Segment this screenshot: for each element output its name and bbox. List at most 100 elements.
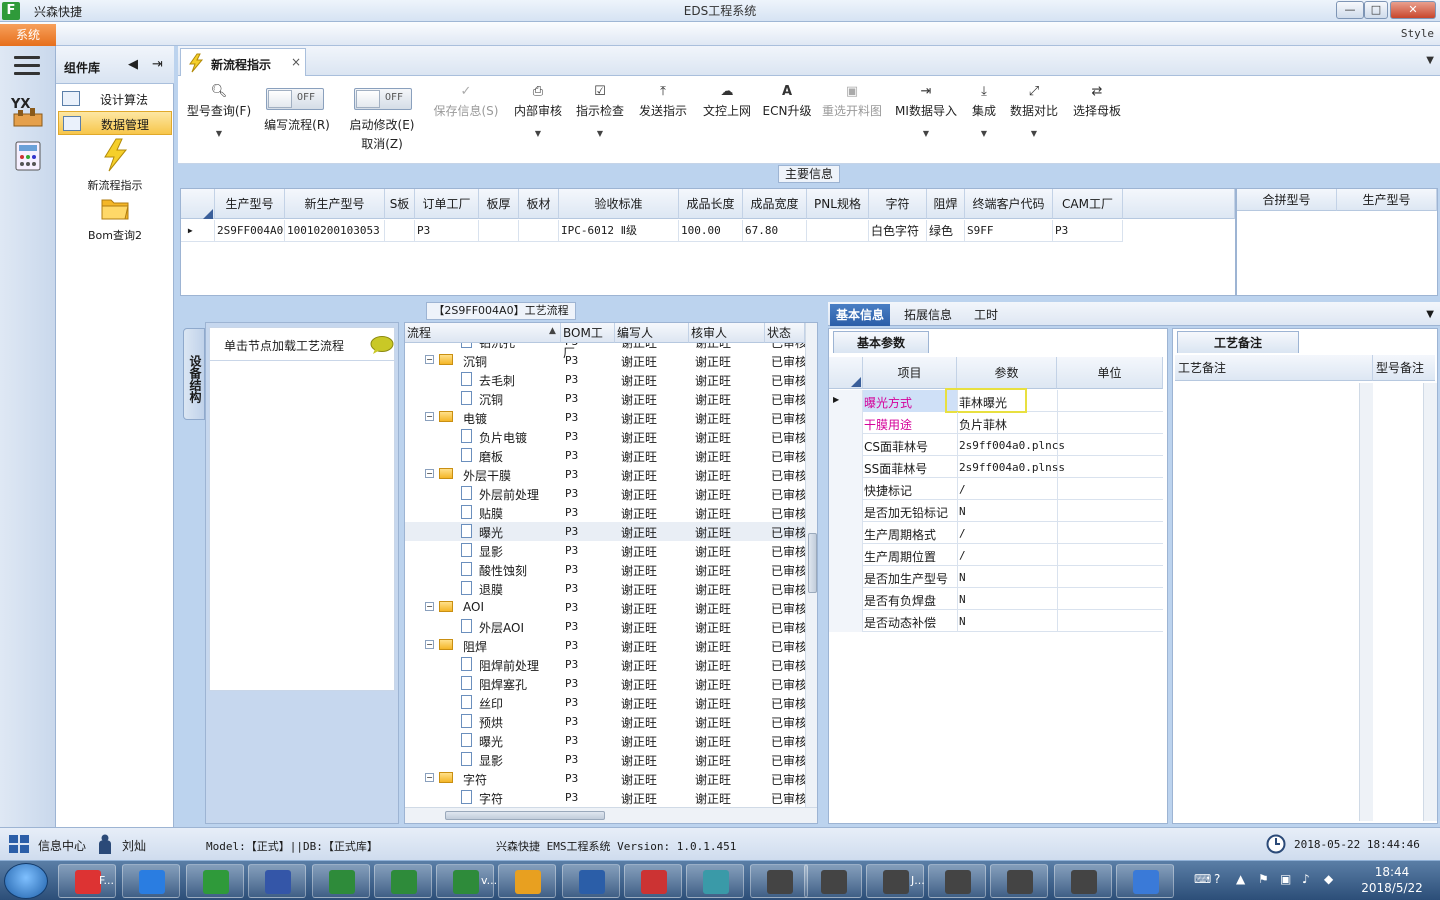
model-notes-scrollbar[interactable] [1423, 383, 1437, 821]
table-row[interactable]: 贴膜 P3 谢正旺 谢正旺 已审核 [405, 503, 805, 522]
cell[interactable]: IPC-6012 Ⅱ级 [559, 220, 679, 242]
param-value[interactable]: 2s9ff004a0.plncs [959, 439, 1065, 452]
table-row[interactable]: − 电镀 P3 谢正旺 谢正旺 已审核 [405, 408, 805, 427]
close-button[interactable]: ✕ [1390, 1, 1436, 19]
volume-icon[interactable]: ♪ [1302, 872, 1310, 886]
select-mother-board-button[interactable]: ⇄ 选择母板 [1070, 82, 1124, 119]
ecn-upgrade-button[interactable]: A ECN升级 [760, 82, 814, 119]
param-value[interactable]: N [959, 571, 966, 584]
factory-icon[interactable]: YX [8, 92, 48, 130]
taskbar-app-button[interactable]: v... [436, 864, 497, 898]
param-row[interactable]: SS面菲林号 2s9ff004a0.plnss [829, 456, 1163, 478]
param-value[interactable]: / [959, 483, 966, 496]
param-row[interactable]: 生产周期格式 / [829, 522, 1163, 544]
tray-icon[interactable]: ⚑ [1258, 872, 1269, 886]
table-row[interactable]: 退膜 P3 谢正旺 谢正旺 已审核 [405, 579, 805, 598]
param-row[interactable]: 干膜用途 负片菲林 [829, 412, 1163, 434]
taskbar-app-button[interactable] [498, 864, 556, 898]
cell[interactable] [479, 220, 519, 242]
style-menu[interactable]: Style [1401, 27, 1434, 40]
taskbar-app-button[interactable] [686, 864, 744, 898]
taskbar-app-button[interactable] [990, 864, 1048, 898]
table-row[interactable]: 字符 P3 谢正旺 谢正旺 已审核 [405, 788, 805, 807]
network-icon[interactable]: ▣ [1280, 872, 1291, 886]
collapse-icon[interactable]: − [425, 602, 434, 611]
craft-notes-textarea[interactable] [1175, 383, 1361, 821]
restore-button[interactable]: □ [1364, 1, 1388, 19]
send-instruction-button[interactable]: ⤒ 发送指示 [634, 82, 692, 119]
process-tree-scrollbar[interactable] [805, 323, 817, 807]
menu-icon[interactable] [14, 56, 40, 76]
table-row[interactable]: 显影 P3 谢正旺 谢正旺 已审核 [405, 541, 805, 560]
table-row[interactable]: 外层AOI P3 谢正旺 谢正旺 已审核 [405, 617, 805, 636]
internal-review-button[interactable]: ⎙ 内部审核 ▼ [510, 82, 566, 138]
cell[interactable]: 100.00 [679, 220, 743, 242]
table-row[interactable]: − 外层干膜 P3 谢正旺 谢正旺 已审核 [405, 465, 805, 484]
collapse-left-icon[interactable]: ◀ [128, 57, 138, 72]
minimize-button[interactable]: — [1336, 1, 1364, 19]
pin-icon[interactable]: ⇥ [152, 57, 163, 72]
col-header[interactable]: 流程 [405, 323, 561, 343]
chevron-down-icon[interactable]: ▼ [1426, 309, 1434, 320]
data-compare-button[interactable]: ⤢ 数据对比 ▼ [1008, 82, 1060, 138]
param-row[interactable]: 是否有负焊盘 N [829, 588, 1163, 610]
param-row[interactable]: 快捷标记 / [829, 478, 1163, 500]
cell[interactable]: S9FF [965, 220, 1053, 242]
tab-close-icon[interactable]: × [291, 55, 301, 69]
col-header[interactable]: 合拼型号 [1237, 189, 1337, 211]
param-value[interactable]: / [959, 527, 966, 540]
taskbar-app-button[interactable] [562, 864, 620, 898]
node-list-area[interactable] [209, 361, 395, 691]
model-notes-textarea[interactable] [1373, 383, 1423, 821]
cell[interactable]: 67.80 [743, 220, 807, 242]
cell[interactable] [807, 220, 869, 242]
doc-online-button[interactable]: ☁ 文控上网 [698, 82, 756, 119]
cell[interactable] [519, 220, 559, 242]
col-header[interactable]: 板厚 [479, 189, 519, 219]
write-process-toggle[interactable]: OFF [266, 88, 324, 110]
col-header[interactable]: PNL规格 [807, 189, 869, 219]
tab-basic-params[interactable]: 基本参数 [833, 331, 929, 353]
taskbar-app-button[interactable] [374, 864, 432, 898]
cell[interactable]: 2S9FF004A0 [215, 220, 285, 242]
taskbar-app-button[interactable] [1054, 864, 1112, 898]
table-row[interactable]: − 阻焊 P3 谢正旺 谢正旺 已审核 [405, 636, 805, 655]
table-row[interactable]: 酸性蚀刻 P3 谢正旺 谢正旺 已审核 [405, 560, 805, 579]
tool-new-process[interactable]: 新流程指示 [60, 138, 170, 193]
cell[interactable]: P3 [415, 220, 479, 242]
param-row[interactable]: 是否加生产型号 N [829, 566, 1163, 588]
check-instruction-button[interactable]: ☑ 指示检查 ▼ [572, 82, 628, 138]
tool-bom-query[interactable]: Bom查询2 [60, 194, 170, 243]
param-row[interactable]: 是否加无铅标记 N [829, 500, 1163, 522]
table-row[interactable]: 阻焊前处理 P3 谢正旺 谢正旺 已审核 [405, 655, 805, 674]
comp-item-design-algorithm[interactable]: 设计算法 [58, 87, 172, 111]
help-icon[interactable]: ? [1214, 872, 1220, 886]
param-row[interactable]: CS面菲林号 2s9ff004a0.plncs [829, 434, 1163, 456]
info-center-link[interactable]: 信息中心 [38, 837, 86, 854]
param-value[interactable]: N [959, 615, 966, 628]
col-header[interactable]: 单位 [1057, 357, 1163, 389]
table-row[interactable]: 阻焊塞孔 P3 谢正旺 谢正旺 已审核 [405, 674, 805, 693]
table-row[interactable]: − AOI P3 谢正旺 谢正旺 已审核 [405, 598, 805, 617]
table-row[interactable]: 磨板 P3 谢正旺 谢正旺 已审核 [405, 446, 805, 465]
col-header[interactable]: 成品宽度 [743, 189, 807, 219]
cell[interactable]: P3 [1053, 220, 1123, 242]
param-row[interactable]: 是否动态补偿 N [829, 610, 1163, 632]
cell[interactable] [385, 220, 415, 242]
taskbar-app-button[interactable] [122, 864, 180, 898]
taskbar-app-button[interactable]: J... [866, 864, 925, 898]
col-header[interactable]: CAM工厂 [1053, 189, 1123, 219]
taskbar-app-button[interactable] [248, 864, 306, 898]
col-header[interactable]: S板 [385, 189, 415, 219]
param-value[interactable]: / [959, 549, 966, 562]
table-row[interactable]: 沉铜 P3 谢正旺 谢正旺 已审核 [405, 389, 805, 408]
col-header[interactable]: 验收标准 [559, 189, 679, 219]
param-value[interactable]: N [959, 593, 966, 606]
taskbar-clock[interactable]: 18:44 2018/5/22 [1350, 864, 1434, 896]
save-info-button[interactable]: ✓ 保存信息(S) [430, 82, 502, 119]
tab-extended-info[interactable]: 拓展信息 [898, 304, 958, 326]
table-row[interactable]: 负片电镀 P3 谢正旺 谢正旺 已审核 [405, 427, 805, 446]
taskbar-app-button[interactable] [804, 864, 862, 898]
comp-item-data-management[interactable]: 数据管理 [58, 111, 172, 135]
horizontal-scrollbar[interactable] [405, 807, 817, 823]
